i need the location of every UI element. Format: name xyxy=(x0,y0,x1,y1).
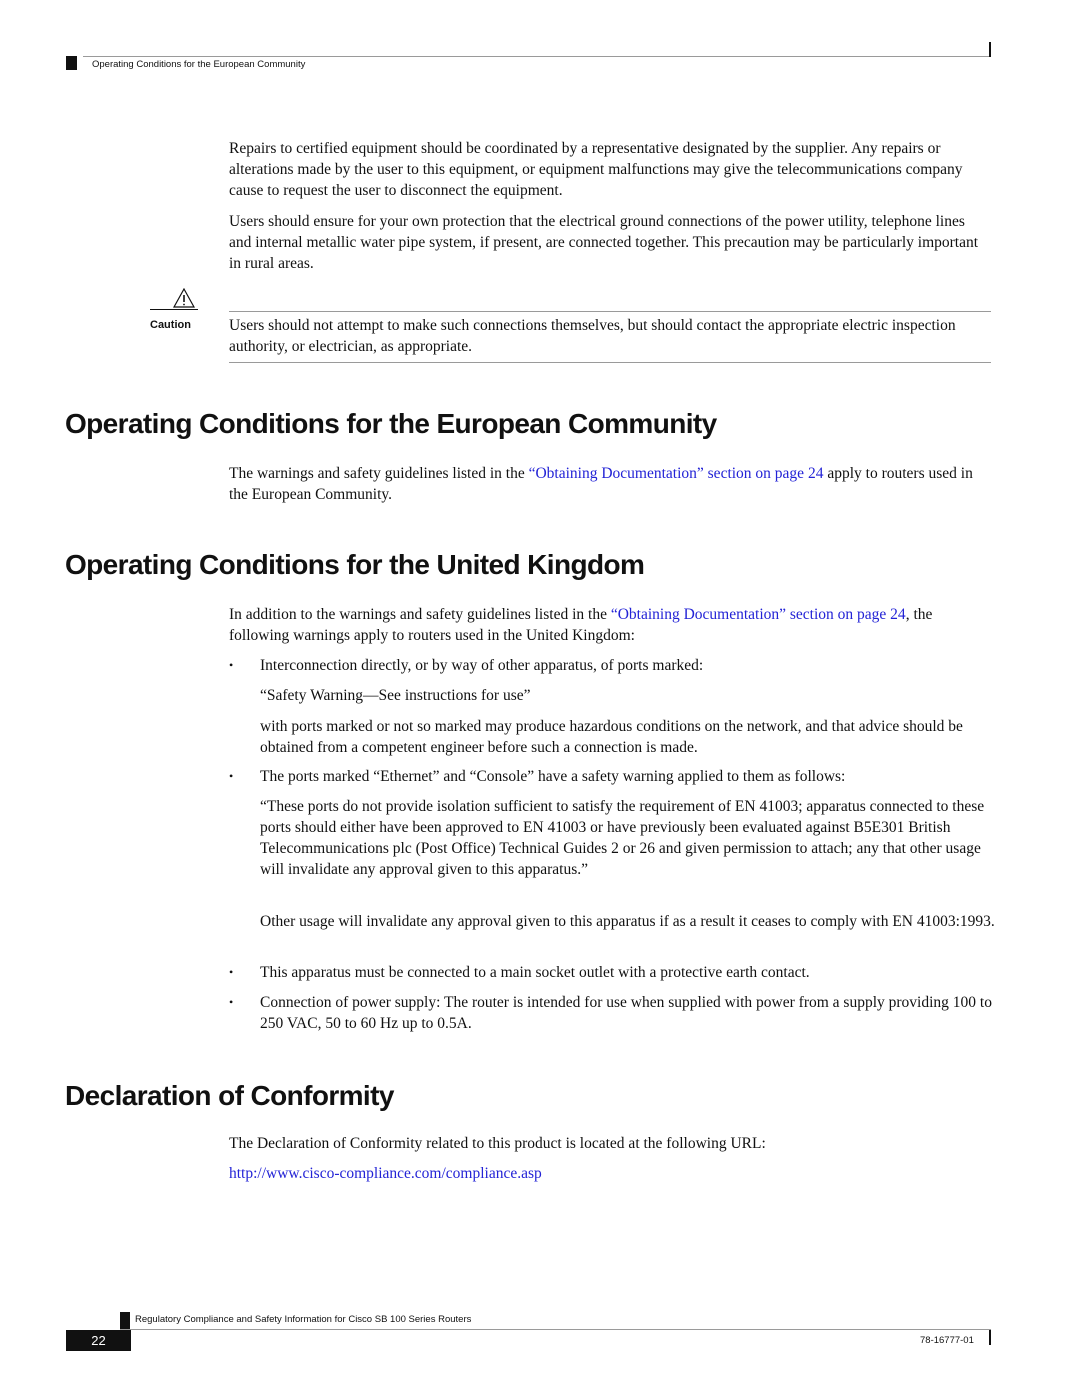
european-paragraph: The warnings and safety guidelines liste… xyxy=(229,463,991,505)
intro-paragraph-2: Users should ensure for your own protect… xyxy=(229,213,979,272)
heading-declaration-of-conformity: Declaration of Conformity xyxy=(65,1080,394,1111)
obtaining-documentation-link[interactable]: “Obtaining Documentation” section on pag… xyxy=(529,465,824,482)
caution-text: Users should not attempt to make such co… xyxy=(229,317,956,355)
page-number: 22 xyxy=(66,1330,131,1351)
footer-square-marker xyxy=(120,1312,130,1329)
bullet-dot: • xyxy=(229,769,234,783)
conformity-paragraph: The Declaration of Conformity related to… xyxy=(229,1135,766,1152)
intro-paragraph-1: Repairs to certified equipment should be… xyxy=(229,140,963,199)
caution-label: Caution xyxy=(150,319,191,331)
uk-bullet-2-sub-1: “These ports do not provide isolation su… xyxy=(260,798,985,878)
caution-top-rule xyxy=(229,311,991,312)
bullet-dot: • xyxy=(229,995,234,1009)
caution-bottom-rule xyxy=(229,362,991,363)
warning-triangle-icon xyxy=(173,288,195,308)
document-number: 78-16777-01 xyxy=(920,1335,974,1346)
running-header-title: Operating Conditions for the European Co… xyxy=(92,59,306,70)
bullet-dot: • xyxy=(229,658,234,672)
header-crop-mark xyxy=(989,42,991,57)
bullet-dot: • xyxy=(229,965,234,979)
heading-european-community: Operating Conditions for the European Co… xyxy=(65,408,717,439)
uk-text-before: In addition to the warnings and safety g… xyxy=(229,606,611,623)
header-square-marker xyxy=(66,56,77,70)
footer-rule xyxy=(120,1329,991,1330)
footer-crop-mark xyxy=(989,1330,991,1345)
compliance-url-link[interactable]: http://www.cisco-compliance.com/complian… xyxy=(229,1163,991,1184)
uk-bullet-1-sub-2: with ports marked or not so marked may p… xyxy=(260,718,963,756)
uk-bullet-3: This apparatus must be connected to a ma… xyxy=(260,964,810,981)
uk-bullet-2-sub-2: Other usage will invalidate any approval… xyxy=(260,913,995,930)
uk-bullet-1-sub-1: “Safety Warning—See instructions for use… xyxy=(260,687,531,704)
european-text-before: The warnings and safety guidelines liste… xyxy=(229,465,529,482)
uk-paragraph: In addition to the warnings and safety g… xyxy=(229,604,991,646)
uk-bullet-1: Interconnection directly, or by way of o… xyxy=(260,657,704,674)
footer-document-title: Regulatory Compliance and Safety Informa… xyxy=(135,1314,472,1325)
caution-icon-underline xyxy=(150,309,198,310)
header-rule xyxy=(83,56,991,57)
obtaining-documentation-link[interactable]: “Obtaining Documentation” section on pag… xyxy=(611,606,906,623)
uk-bullet-2: The ports marked “Ethernet” and “Console… xyxy=(260,768,846,785)
heading-united-kingdom: Operating Conditions for the United King… xyxy=(65,549,645,580)
uk-bullet-4: Connection of power supply: The router i… xyxy=(260,994,992,1032)
